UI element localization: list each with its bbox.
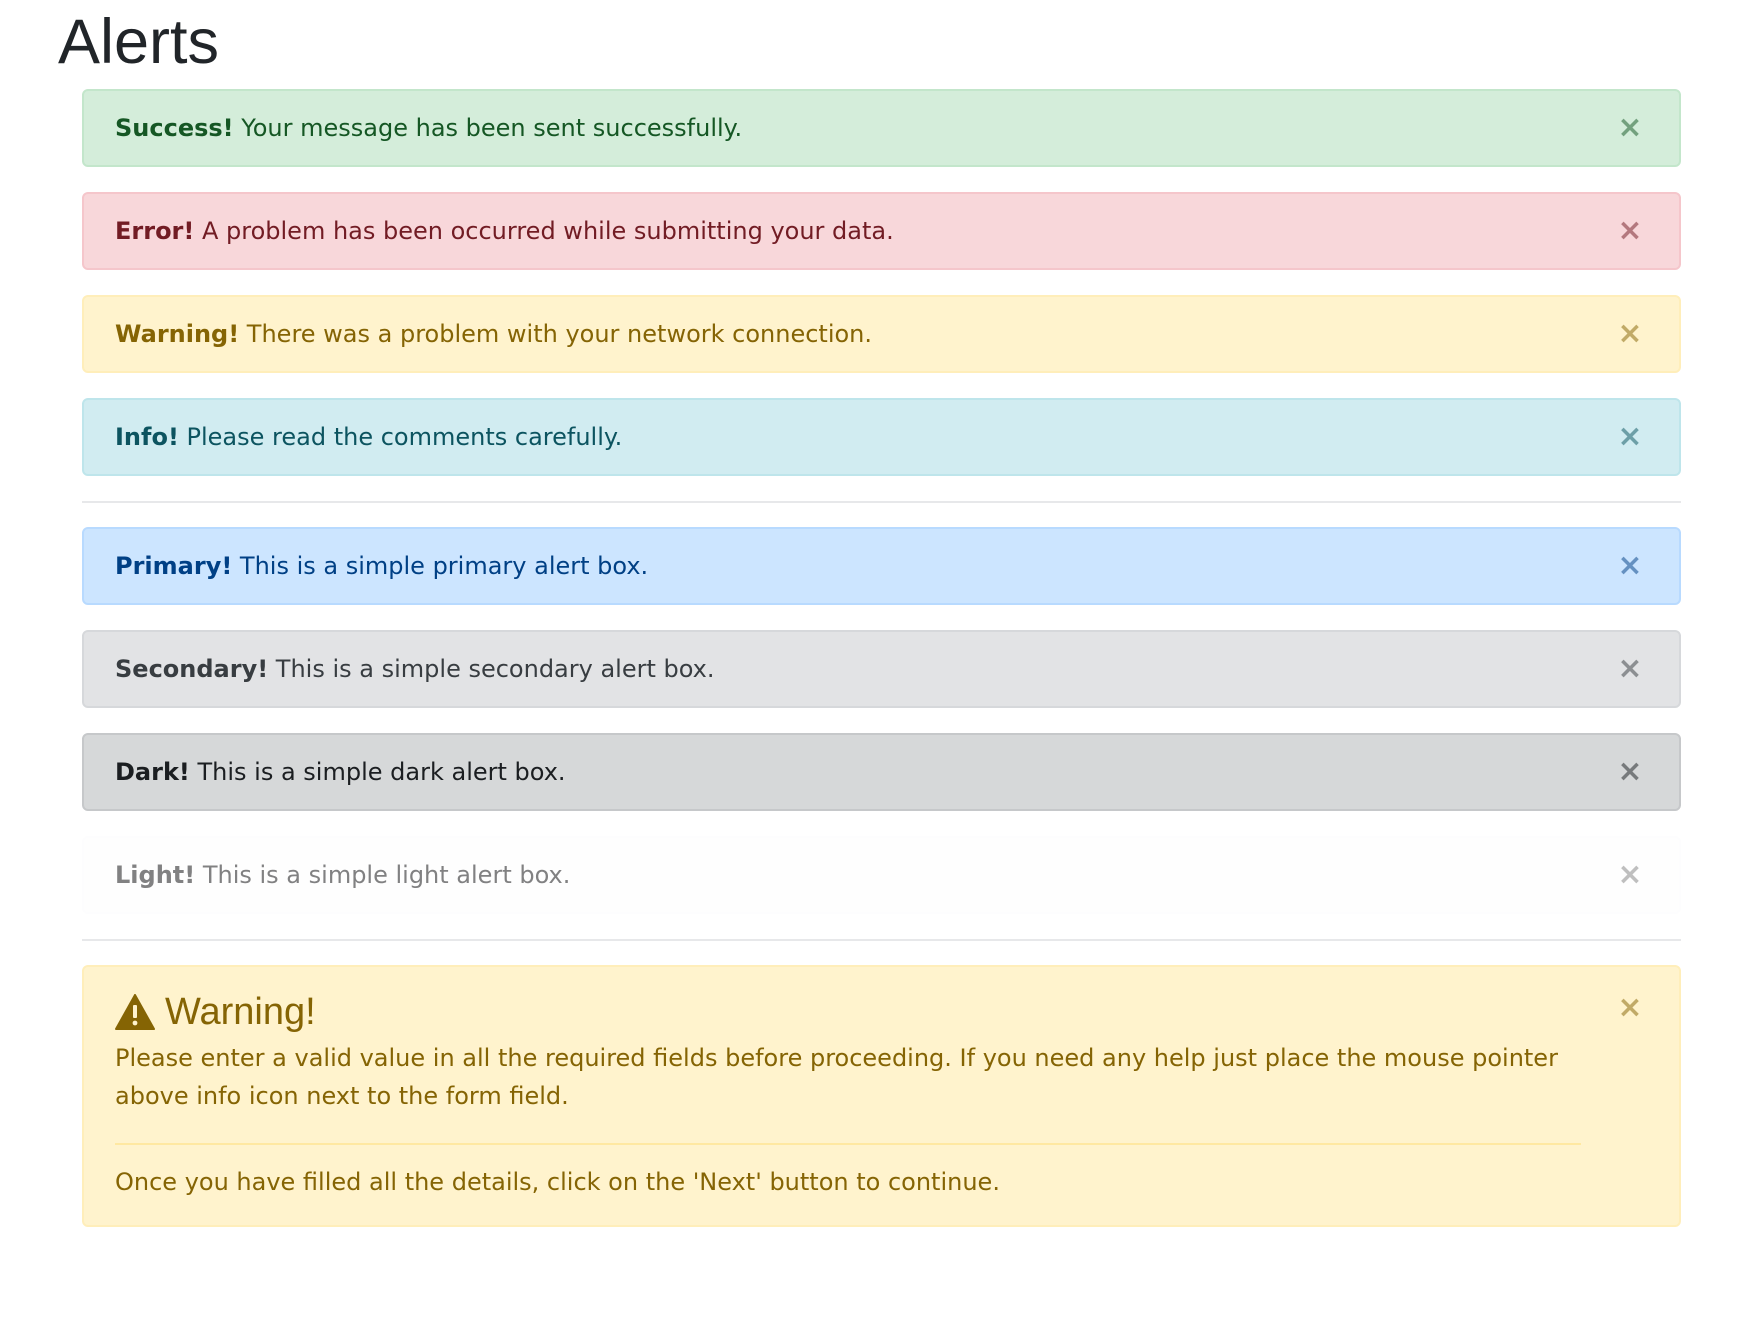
alert-secondary-close-button[interactable]: × <box>1613 652 1647 686</box>
section-divider <box>82 501 1681 503</box>
alert-success-close-button[interactable]: × <box>1613 111 1647 145</box>
alert-dark-close-button[interactable]: × <box>1613 755 1647 789</box>
alert-warning-label: Warning! <box>115 320 240 348</box>
alert-dark-text: Dark! This is a simple dark alert box. <box>115 735 566 809</box>
alert-warning-close-button[interactable]: × <box>1613 317 1647 351</box>
alert-secondary-text: Secondary! This is a simple secondary al… <box>115 632 715 706</box>
alert-primary-text: Primary! This is a simple primary alert … <box>115 529 648 603</box>
section-divider <box>82 939 1681 941</box>
alert-dark-label: Dark! <box>115 758 190 786</box>
alert-warning-detailed: Warning! × Please enter a valid value in… <box>82 965 1681 1227</box>
alert-primary: Primary! This is a simple primary alert … <box>82 527 1681 605</box>
alert-success-text: Success! Your message has been sent succ… <box>115 91 742 165</box>
alert-light: Light! This is a simple light alert box.… <box>82 836 1681 914</box>
alert-warning-message: There was a problem with your network co… <box>239 320 873 348</box>
alert-error: Error! A problem has been occurred while… <box>82 192 1681 270</box>
alert-light-label: Light! <box>115 861 196 889</box>
alert-footer-text: Once you have filled all the details, cl… <box>115 1168 1000 1196</box>
alert-dark: Dark! This is a simple dark alert box. × <box>82 733 1681 811</box>
alert-warning-text: Warning! There was a problem with your n… <box>115 297 872 371</box>
alert-info: Info! Please read the comments carefully… <box>82 398 1681 476</box>
page-title: Alerts <box>58 7 220 77</box>
alert-detailed-close-button[interactable]: × <box>1613 991 1647 1025</box>
alert-heading: Warning! <box>115 987 316 1037</box>
alert-secondary: Secondary! This is a simple secondary al… <box>82 630 1681 708</box>
alert-error-label: Error! <box>115 217 195 245</box>
alert-primary-close-button[interactable]: × <box>1613 549 1647 583</box>
alert-info-message: Please read the comments carefully. <box>178 423 623 451</box>
alert-secondary-message: This is a simple secondary alert box. <box>268 655 715 683</box>
alert-success-message: Your message has been sent successfully. <box>233 114 743 142</box>
alert-error-close-button[interactable]: × <box>1613 214 1647 248</box>
alert-light-message: This is a simple light alert box. <box>195 861 571 889</box>
alert-info-text: Info! Please read the comments carefully… <box>115 400 622 474</box>
alert-error-text: Error! A problem has been occurred while… <box>115 194 894 268</box>
alert-secondary-label: Secondary! <box>115 655 269 683</box>
alert-success: Success! Your message has been sent succ… <box>82 89 1681 167</box>
alert-info-close-button[interactable]: × <box>1613 420 1647 454</box>
alert-warning: Warning! There was a problem with your n… <box>82 295 1681 373</box>
alert-light-text: Light! This is a simple light alert box. <box>115 838 570 912</box>
alert-heading-text: Warning! <box>165 991 316 1033</box>
alert-divider <box>115 1143 1581 1145</box>
alert-dark-message: This is a simple dark alert box. <box>189 758 566 786</box>
alert-body-text: Please enter a valid value in all the re… <box>115 1044 1558 1110</box>
alert-info-label: Info! <box>115 423 179 451</box>
alert-success-label: Success! <box>115 114 234 142</box>
alert-error-message: A problem has been occurred while submit… <box>194 217 894 245</box>
alert-primary-label: Primary! <box>115 552 233 580</box>
alert-primary-message: This is a simple primary alert box. <box>232 552 649 580</box>
alert-light-close-button[interactable]: × <box>1613 858 1647 892</box>
warning-triangle-icon <box>115 994 155 1030</box>
